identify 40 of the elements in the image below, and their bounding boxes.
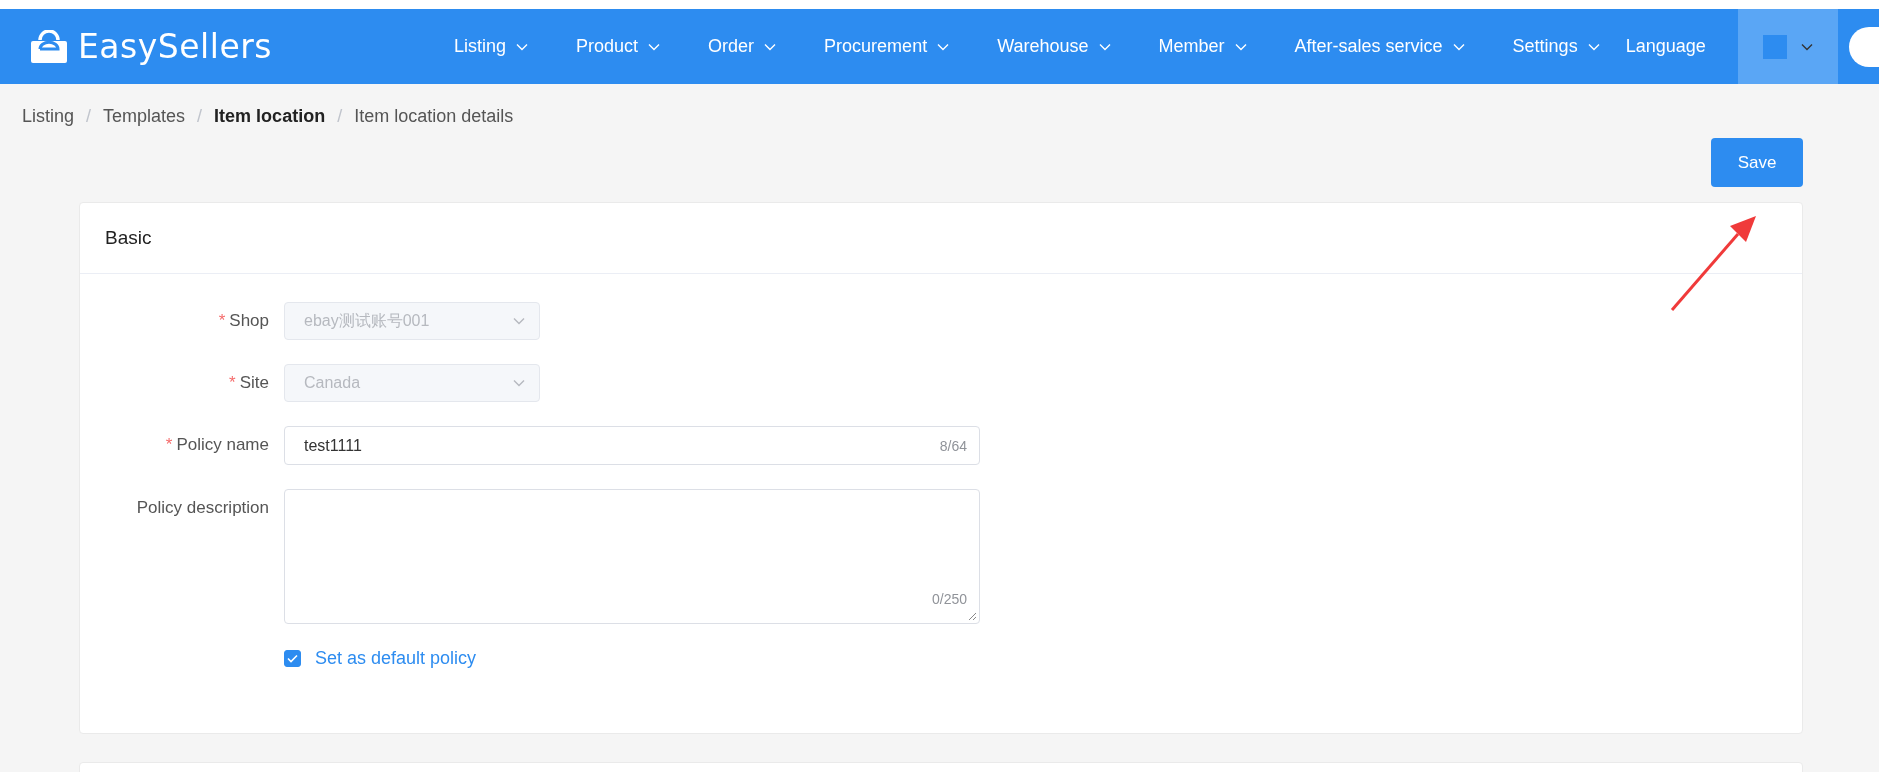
nav-menu-item[interactable]: Warehouse [973,36,1135,57]
breadcrumb-link[interactable]: Item location [214,106,326,127]
nav-menu-item[interactable]: Listing [430,36,553,57]
breadcrumb-separator: / [337,106,343,127]
breadcrumb-link[interactable]: Templates [103,106,186,127]
language-label[interactable]: Language [1625,36,1706,57]
nav-menu-item[interactable]: After-sales service [1270,36,1489,57]
avatar-icon[interactable] [1849,26,1879,67]
resize-handle-icon[interactable] [968,612,977,621]
chevron-down-icon [937,42,950,51]
nav-menu-item[interactable]: Procurement [800,36,974,57]
chevron-down-icon [513,379,525,387]
field-label: * Policy name [164,434,270,456]
nav-menu-item[interactable]: Member [1134,36,1271,57]
default-policy-checkbox[interactable]: Set as default policy [284,648,1802,669]
breadcrumb-separator: / [86,106,92,127]
breadcrumb-link[interactable]: Listing [22,106,75,127]
checkbox-icon[interactable] [284,650,301,667]
chevron-down-icon [764,42,777,51]
chevron-down-icon [648,42,661,51]
nav-menu-item[interactable]: Settings [1488,36,1624,57]
field-label: * Site [228,372,270,394]
breadcrumb-link[interactable]: Item location details [354,106,514,127]
chevron-down-icon [1800,42,1813,51]
logo-text: EasySellers [78,27,272,66]
chevron-down-icon [513,317,525,325]
chevron-down-icon [1234,42,1247,51]
nav-menu-item[interactable]: Product [552,36,685,57]
chevron-down-icon [1587,42,1600,51]
chevron-down-icon [1098,42,1111,51]
save-button[interactable]: Save [1711,138,1803,187]
textarea-field[interactable]: 0/250 [284,489,980,624]
shopping-bag-logo-icon [30,29,68,64]
nav-menu-item[interactable]: Order [684,36,801,57]
field-label: * Shop [217,310,270,332]
field-label: Policy description [135,497,270,519]
breadcrumb-separator: / [197,106,203,127]
chevron-down-icon [1452,42,1465,51]
chevron-down-icon [516,42,529,51]
input-field[interactable]: test1111 8/64 [284,426,980,465]
